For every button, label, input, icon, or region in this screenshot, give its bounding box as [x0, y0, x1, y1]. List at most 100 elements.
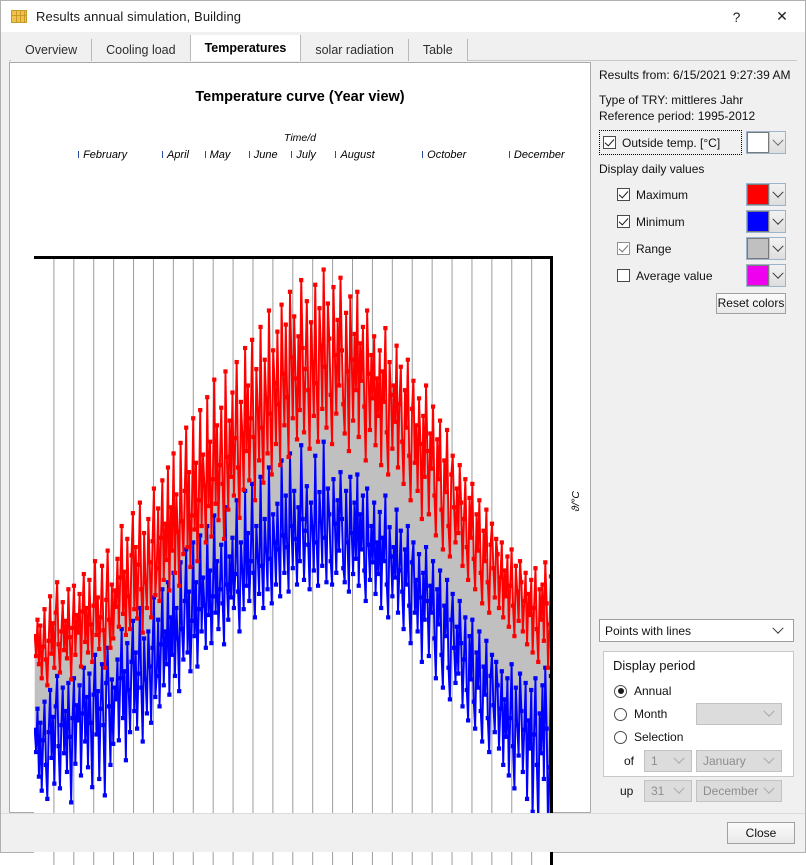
month-label: February: [83, 149, 128, 161]
radio-month[interactable]: Month: [614, 704, 667, 724]
month-tick: [508, 151, 510, 158]
tab-temperatures[interactable]: Temperatures: [189, 35, 302, 61]
chevron-down-icon: [769, 132, 785, 153]
x-axis-tick-labels: February April May June July August October Dec…: [10, 147, 590, 165]
daily-row-range: Range: [617, 236, 797, 261]
radio-month-label: Month: [634, 707, 668, 721]
up-day-value: 31: [651, 784, 665, 798]
month-label: June: [253, 149, 278, 161]
x-axis-label: Time/d: [284, 132, 316, 144]
month-label: April: [166, 149, 189, 161]
up-month-value: December: [703, 784, 759, 798]
average-value-checkbox[interactable]: [617, 269, 630, 282]
month-label: July: [296, 149, 316, 161]
tab-solar-radiation[interactable]: solar radiation: [301, 39, 409, 61]
radio-button: [614, 730, 627, 744]
radio-selection-label: Selection: [634, 730, 684, 744]
chart-svg: [34, 259, 550, 865]
up-day-dropdown[interactable]: 31: [644, 780, 692, 802]
display-daily-values-label: Display daily values: [599, 162, 705, 176]
range-checkbox[interactable]: [617, 242, 630, 255]
radio-button: [614, 684, 627, 698]
of-month-value: January: [703, 754, 746, 768]
reset-colors-button[interactable]: Reset colors: [716, 292, 786, 314]
minimum-label: Minimum: [636, 214, 685, 229]
y-axis-label: ϑ/°C: [570, 491, 582, 512]
chevron-down-icon: [769, 184, 785, 205]
chevron-down-icon: [763, 752, 775, 764]
tab-overview[interactable]: Overview: [11, 39, 93, 61]
outside-temp-checkbox[interactable]: Outside temp. [°C]: [599, 130, 742, 155]
range-color-combo[interactable]: [746, 237, 786, 260]
month-tick: [422, 151, 424, 158]
close-button[interactable]: Close: [727, 822, 795, 844]
results-timestamp: Results from: 6/15/2021 9:27:39 AM: [599, 68, 791, 82]
display-period-group: Display period Annual Month Selection of…: [603, 651, 794, 802]
tab-table[interactable]: Table: [408, 39, 468, 61]
options-panel: Results from: 6/15/2021 9:27:39 AM Type …: [599, 62, 797, 813]
of-day-dropdown[interactable]: 1: [644, 750, 692, 772]
radio-annual[interactable]: Annual: [614, 681, 671, 701]
color-swatch: [747, 265, 769, 286]
of-label: of: [624, 754, 635, 768]
maximum-checkbox[interactable]: [617, 188, 630, 201]
daily-row-average: Average value: [617, 263, 797, 288]
outside-temp-row: Outside temp. [°C]: [599, 130, 797, 155]
range-label: Range: [636, 241, 672, 256]
chevron-down-icon: [772, 622, 784, 634]
chevron-down-icon: [769, 265, 785, 286]
up-label: up: [620, 784, 634, 798]
plot-type-combo[interactable]: Points with lines: [599, 619, 794, 642]
maximum-label: Maximum: [636, 187, 689, 202]
month-tick: [248, 151, 250, 158]
minimum-checkbox[interactable]: [617, 215, 630, 228]
footer-bar: Close: [1, 813, 805, 852]
radio-annual-label: Annual: [634, 684, 672, 698]
month-tick: [291, 151, 293, 158]
of-month-dropdown[interactable]: January: [696, 750, 782, 772]
of-day-value: 1: [651, 754, 658, 768]
month-label: May: [209, 149, 231, 161]
up-month-dropdown[interactable]: December: [696, 780, 782, 802]
table-icon: [11, 10, 27, 23]
radio-selection[interactable]: Selection: [614, 727, 683, 747]
month-label: October: [427, 149, 467, 161]
chart-pane: Temperature curve (Year view) Time/d Feb…: [9, 62, 591, 865]
plot-area: [34, 256, 553, 865]
month-tick: [204, 151, 206, 158]
tab-strip: Overview Cooling load Temperatures solar…: [1, 32, 805, 61]
try-type: Type of TRY: mittleres Jahr: [599, 93, 744, 107]
outside-temp-color-combo[interactable]: [746, 131, 786, 154]
checkbox-box: [603, 136, 616, 149]
chevron-down-icon: [763, 705, 775, 717]
window-body: Temperature curve (Year view) Time/d Feb…: [1, 61, 805, 865]
maximum-color-combo[interactable]: [746, 183, 786, 206]
window-title: Results annual simulation, Building: [36, 9, 242, 24]
chevron-down-icon: [673, 752, 685, 764]
chevron-down-icon: [763, 782, 775, 794]
average-color-combo[interactable]: [746, 264, 786, 287]
color-swatch: [747, 184, 769, 205]
reference-period: Reference period: 1995-2012: [599, 109, 756, 123]
month-tick: [78, 151, 80, 158]
color-swatch: [747, 211, 769, 232]
month-dropdown[interactable]: [696, 703, 782, 725]
tab-cooling-load[interactable]: Cooling load: [92, 39, 191, 61]
outside-temp-label: Outside temp. [°C]: [622, 135, 721, 150]
close-window-button[interactable]: ✕: [759, 1, 805, 32]
radio-button: [614, 707, 627, 721]
help-button[interactable]: ?: [714, 1, 759, 32]
month-label: December: [513, 149, 565, 161]
color-swatch: [747, 238, 769, 259]
results-window: Results annual simulation, Building ? ✕ …: [0, 0, 806, 865]
chevron-down-icon: [769, 238, 785, 259]
chart-title: Temperature curve (Year view): [195, 89, 405, 105]
color-swatch: [747, 132, 769, 153]
daily-row-minimum: Minimum: [617, 209, 797, 234]
minimum-color-combo[interactable]: [746, 210, 786, 233]
chevron-down-icon: [769, 211, 785, 232]
month-tick: [161, 151, 163, 158]
reset-colors-row: Reset colors: [599, 290, 797, 316]
month-tick: [335, 151, 337, 158]
daily-row-maximum: Maximum: [617, 182, 797, 207]
